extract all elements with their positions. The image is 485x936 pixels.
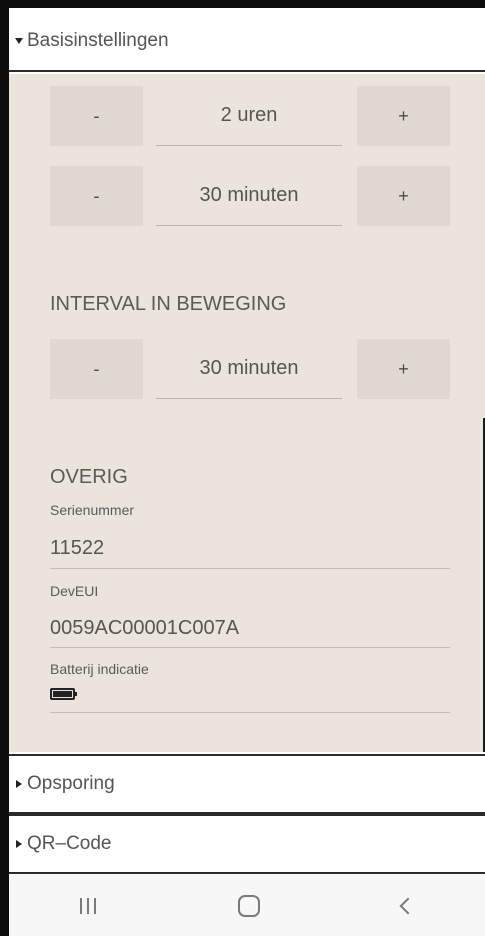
deveui-label: DevEUI [50, 583, 99, 599]
accordion-basisinstellingen[interactable]: Basisinstellingen [9, 12, 485, 72]
navigation-bar [9, 875, 485, 936]
serial-label: Serienummer [50, 502, 135, 518]
deveui-divider [50, 647, 450, 648]
accordion-qr-code[interactable]: QR–Code [9, 814, 485, 874]
left-edge [0, 0, 9, 936]
interval-increment-button[interactable]: + [357, 339, 450, 399]
caret-right-icon [16, 780, 22, 788]
minutes-increment-button[interactable]: + [357, 166, 450, 226]
top-edge [0, 0, 485, 8]
home-icon[interactable] [238, 894, 260, 917]
accordion-label: QR–Code [27, 833, 112, 854]
battery-full-icon [50, 688, 77, 700]
recent-apps-icon[interactable] [80, 897, 96, 914]
caret-down-icon [15, 38, 23, 44]
serial-value: 11522 [50, 537, 105, 559]
minutes-decrement-button[interactable]: - [50, 166, 143, 226]
accordion-label: Opsporing [27, 773, 115, 794]
interval-decrement-button[interactable]: - [50, 339, 143, 399]
battery-divider [50, 712, 450, 713]
battery-label: Batterij indicatie [50, 661, 149, 677]
hours-increment-button[interactable]: + [357, 86, 450, 146]
caret-right-icon [16, 840, 22, 848]
accordion-title: Basisinstellingen [27, 30, 169, 51]
hours-decrement-button[interactable]: - [50, 86, 143, 146]
interval-value: 30 minuten [156, 339, 342, 399]
back-icon[interactable] [399, 897, 417, 914]
deveui-value: 0059AC00001C007A [50, 617, 240, 639]
overig-title: OVERIG [50, 466, 128, 488]
serial-divider [50, 568, 450, 569]
minutes-value: 30 minuten [156, 166, 342, 226]
hours-value: 2 uren [156, 86, 342, 146]
interval-title: INTERVAL IN BEWEGING [50, 293, 287, 315]
accordion-opsporing[interactable]: Opsporing [9, 754, 485, 814]
